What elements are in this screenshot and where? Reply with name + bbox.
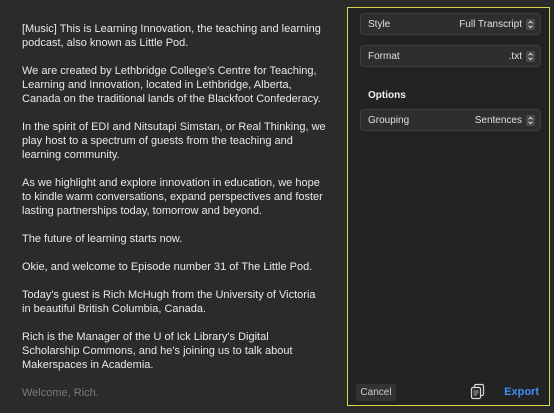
copy-icon[interactable] [470,383,486,401]
transcript-view[interactable]: [Music] This is Learning Innovation, the… [0,0,340,413]
style-label: Style [368,19,391,30]
export-panel: Style Full Transcript Format .txt Option… [347,7,550,406]
format-label: Format [368,51,400,62]
cancel-button[interactable]: Cancel [356,384,396,401]
transcript-paragraph: As we highlight and explore innovation i… [22,177,323,217]
options-heading: Options [368,90,406,101]
transcript-paragraph: Welcome, Rich. [22,387,99,399]
grouping-select[interactable]: Grouping Sentences [360,109,541,131]
transcript-paragraph: Okie, and welcome to Episode number 31 o… [22,261,313,273]
style-value: Full Transcript [459,19,522,30]
format-select[interactable]: Format .txt [360,45,541,67]
transcript-paragraph: Rich is the Manager of the U of Ick Libr… [22,331,293,371]
transcript-paragraph: Today's guest is Rich McHugh from the Un… [22,289,316,315]
transcript-paragraph: We are created by Lethbridge College's C… [22,65,321,105]
chevron-up-down-icon [526,51,535,62]
grouping-label: Grouping [368,115,410,126]
export-button[interactable]: Export [503,384,539,401]
style-select[interactable]: Style Full Transcript [360,13,541,35]
chevron-up-down-icon [526,19,535,30]
grouping-value: Sentences [474,115,522,126]
transcript-paragraph: In the spirit of EDI and Nitsutapi Simst… [22,121,326,161]
transcript-paragraph: [Music] This is Learning Innovation, the… [22,23,321,49]
format-value: .txt [508,51,522,62]
transcript-paragraph: The future of learning starts now. [22,233,183,245]
chevron-up-down-icon [526,115,535,126]
